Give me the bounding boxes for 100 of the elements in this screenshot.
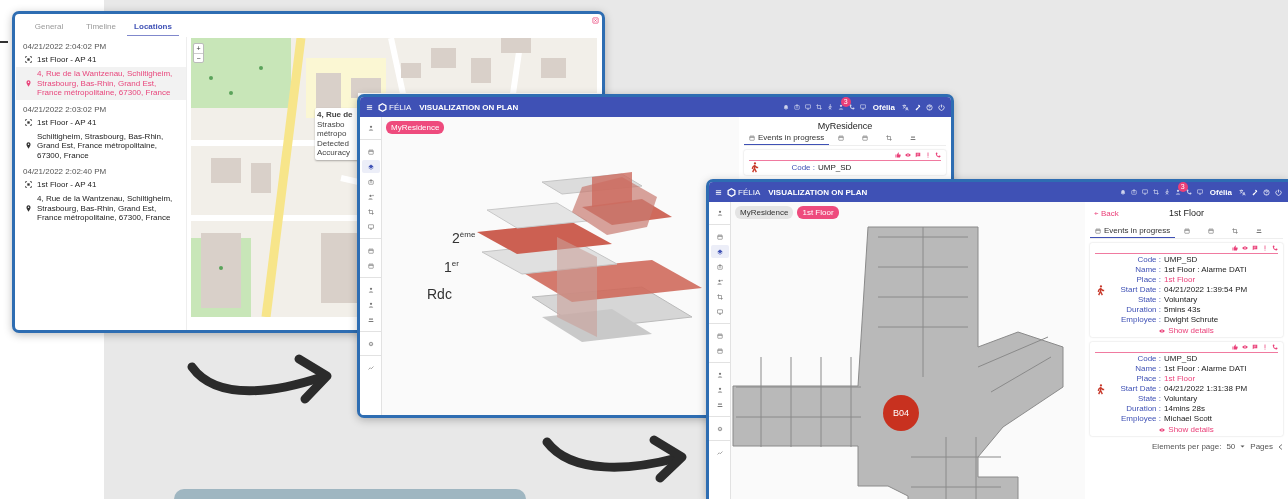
show-details-link[interactable]: Show details	[1095, 325, 1278, 335]
wrench-icon[interactable]	[914, 103, 921, 111]
popup-text: métropo	[317, 129, 348, 139]
calendar-icon	[367, 148, 374, 155]
person-icon[interactable]	[837, 104, 844, 110]
field-label: Name :	[1134, 265, 1161, 275]
thumbs-up-icon[interactable]	[1232, 344, 1238, 350]
field-value: 1st Floor	[1164, 275, 1197, 285]
bell-icon[interactable]	[1119, 189, 1126, 195]
crop-icon[interactable]	[1152, 189, 1159, 195]
id-badge-icon	[367, 178, 374, 185]
user-name[interactable]: Ofélia	[1209, 187, 1232, 197]
logo-text: FÉLIA	[738, 187, 761, 197]
zone-label: 1st Floor - AP 41	[37, 117, 97, 127]
back-link[interactable]: Back	[1094, 208, 1119, 218]
thumbs-up-icon[interactable]	[895, 152, 901, 158]
person-icon	[716, 371, 723, 378]
sidebar-item[interactable]	[361, 160, 380, 173]
breadcrumb-chip[interactable]: 1st Floor	[797, 206, 839, 219]
sidebar-item[interactable]	[710, 245, 729, 258]
link-label: Show details	[1168, 326, 1214, 335]
wrench-icon[interactable]	[1251, 188, 1258, 196]
chat-icon[interactable]	[915, 152, 921, 158]
scan-icon	[25, 56, 32, 63]
location-item[interactable]: 4, Rue de la Wantzenau, Schiltigheim, Strasbourg, Bas-Rhin, Grand Est, France métropolitaine, 67300, France	[16, 192, 186, 225]
person-icon	[716, 386, 723, 393]
monitor-icon[interactable]	[1141, 189, 1148, 195]
walking-person-icon[interactable]	[1163, 189, 1170, 195]
level-label: Rdc	[427, 286, 452, 302]
field-label: Duration :	[1125, 305, 1161, 315]
field-value: Michael Scott	[1164, 414, 1214, 424]
eye-icon[interactable]	[905, 152, 911, 158]
scan-icon	[25, 181, 32, 188]
layers-icon	[367, 163, 374, 170]
bell-icon[interactable]	[782, 104, 789, 110]
pagination-label: Elements per page:	[1152, 442, 1222, 451]
field-value: 04/21/2022 1:31:38 PM	[1164, 384, 1248, 394]
location-item[interactable]: Schiltigheim, Strasbourg, Bas-Rhin, Grand Est, France métropolitaine, 67300, France	[16, 129, 186, 162]
monitor-icon[interactable]	[859, 104, 866, 110]
field-value: UMP_SD	[1164, 354, 1199, 364]
menu-icon[interactable]	[366, 103, 373, 111]
crop-icon[interactable]	[815, 104, 822, 110]
power-icon[interactable]	[938, 103, 945, 111]
field-value: 04/21/2022 1:39:54 PM	[1164, 285, 1248, 295]
breadcrumb-chip[interactable]: MyResidence	[735, 206, 794, 219]
field-label: Employee :	[1119, 414, 1161, 424]
phone-icon[interactable]	[848, 104, 855, 110]
monitor-icon[interactable]	[1196, 189, 1203, 195]
translate-icon[interactable]	[902, 103, 909, 111]
walking-person-icon	[1095, 284, 1106, 296]
user-name[interactable]: Ofélia	[872, 102, 895, 112]
exclamation-icon[interactable]	[1262, 344, 1268, 350]
hexagon-logo-icon	[727, 187, 736, 197]
eye-icon[interactable]	[1242, 344, 1248, 350]
logo-text: FÉLIA	[389, 102, 412, 112]
tab[interactable]: Locations	[127, 17, 179, 36]
walking-person-icon[interactable]	[826, 104, 833, 110]
help-icon[interactable]	[926, 103, 933, 111]
phone-icon[interactable]	[1185, 189, 1192, 195]
monitor-icon[interactable]	[804, 104, 811, 110]
breadcrumb-chip[interactable]: MyResidence	[386, 121, 445, 134]
show-details-link[interactable]: Show details	[1095, 424, 1278, 434]
zone-label: 1st Floor - AP 41	[37, 55, 97, 64]
page-size-select[interactable]: 50	[1226, 442, 1236, 451]
close-icon[interactable]	[592, 17, 599, 24]
phone-icon[interactable]	[935, 152, 941, 158]
calendar-icon	[716, 347, 723, 354]
crop-icon	[716, 293, 723, 300]
line-chart-icon	[367, 364, 374, 371]
tab[interactable]: Events in progress	[1090, 224, 1176, 238]
phone-icon[interactable]	[1272, 344, 1278, 350]
person-icon	[367, 286, 374, 293]
phone-icon[interactable]	[1272, 245, 1278, 251]
person-icon	[367, 124, 374, 131]
help-icon[interactable]	[1263, 188, 1270, 196]
chat-icon[interactable]	[1252, 245, 1258, 251]
id-badge-icon[interactable]	[793, 104, 800, 110]
chat-icon[interactable]	[1252, 344, 1258, 350]
translate-icon[interactable]	[1239, 188, 1246, 196]
field-value: 5mins 43s	[1164, 305, 1202, 315]
power-icon[interactable]	[1275, 188, 1282, 196]
scan-icon	[25, 118, 32, 126]
calendar-icon	[367, 262, 374, 269]
person-icon[interactable]	[1174, 189, 1181, 195]
thumbs-up-icon[interactable]	[1232, 245, 1238, 251]
field-label: Place :	[1135, 275, 1161, 285]
circle-icon	[367, 340, 374, 347]
calendar-icon	[1184, 227, 1191, 234]
exclamation-icon[interactable]	[925, 152, 931, 158]
timestamp: 04/21/2022 2:04:02 PM	[23, 42, 108, 51]
id-badge-icon[interactable]	[1130, 189, 1137, 195]
tab[interactable]: Events in progress	[744, 131, 830, 145]
walking-person-icon	[1095, 383, 1106, 395]
location-item[interactable]: 4, Rue de la Wantzenau, Schiltigheim, Strasbourg, Bas-Rhin, Grand Est, France métropolitaine, 67300, France	[16, 67, 186, 100]
tab-label: Events in progress	[1104, 226, 1171, 235]
menu-icon[interactable]	[715, 188, 722, 196]
field-value: Dwight Schrute	[1164, 315, 1220, 325]
exclamation-icon[interactable]	[1262, 245, 1268, 251]
crop-icon	[886, 134, 893, 141]
eye-icon[interactable]	[1242, 245, 1248, 251]
